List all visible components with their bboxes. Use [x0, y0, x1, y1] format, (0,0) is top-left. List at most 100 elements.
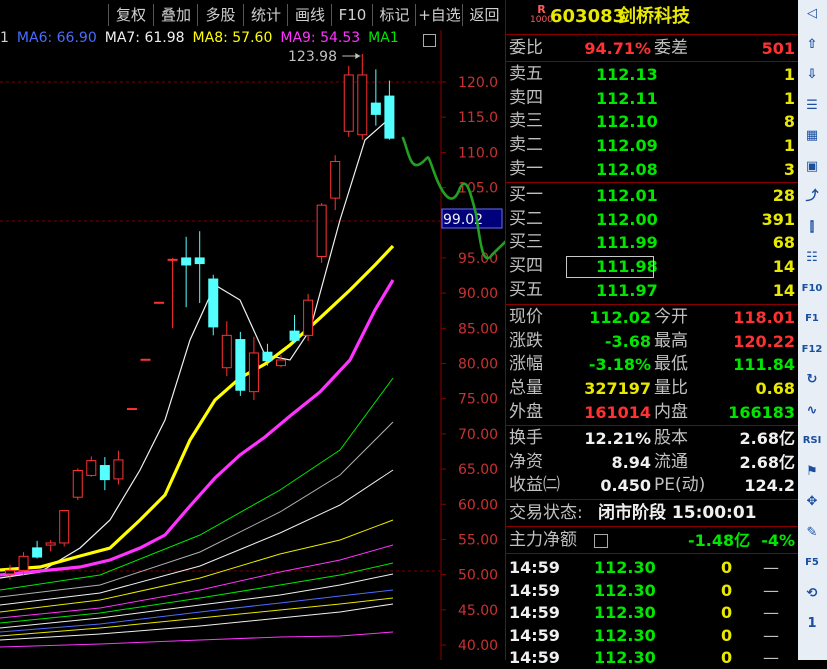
stat-row-0: 现价 112.02 今开 118.01: [509, 307, 795, 327]
sell-row-2[interactable]: 卖三 112.10 8: [506, 110, 799, 133]
main-flow-value: -1.48亿: [688, 531, 751, 550]
ma-line-9: [0, 573, 394, 629]
main-flow-icon[interactable]: [594, 534, 608, 548]
ma-legend-item-3: MA8: 57.60: [192, 30, 273, 46]
sell-volume: 8: [783, 112, 795, 132]
candle: [343, 65, 354, 137]
y-axis-label: 120.0: [458, 75, 498, 91]
stock-code: 603083: [550, 6, 626, 27]
candle: [194, 231, 205, 303]
f12-icon[interactable]: F12: [801, 340, 823, 360]
pencil-icon[interactable]: ✎: [801, 523, 823, 543]
arrow-down-icon[interactable]: ⇩: [801, 65, 823, 85]
candle: [221, 321, 232, 377]
sell-volume: 1: [783, 88, 795, 108]
candle: [113, 450, 124, 485]
sell-price: 112.09: [596, 136, 658, 156]
toolbar-button-2[interactable]: 多股: [197, 4, 243, 26]
y-axis-label: 55.00: [458, 532, 498, 548]
stock-name: 剑桥科技: [618, 6, 690, 27]
candle: [86, 456, 97, 477]
stat-row-1: 涨跌 -3.68 最高 120.22: [509, 330, 795, 351]
f1-icon[interactable]: F1: [801, 309, 823, 329]
selected-price-box: [566, 256, 654, 279]
flag-icon[interactable]: ⚑: [801, 462, 823, 482]
stat-row-3: 总量 327197 量比 0.68: [509, 378, 795, 399]
candle: [262, 343, 273, 366]
buy-row-0[interactable]: 买一 112.01 28: [506, 184, 799, 207]
kline-chart-area[interactable]: 120.0115.0110.0105.0100.095.0090.0085.00…: [0, 0, 505, 660]
candle: [384, 80, 395, 140]
buy-row-1[interactable]: 买二 112.00 391: [506, 208, 799, 231]
candle: [32, 540, 43, 559]
ma-legend-item-0: 1: [0, 30, 9, 46]
rsi-icon[interactable]: RSI: [801, 431, 823, 451]
weicha-value: 501: [761, 39, 795, 58]
toolbar-button-7[interactable]: +自选: [415, 4, 463, 26]
bars-icon[interactable]: ▦: [801, 126, 823, 146]
buy-row-2[interactable]: 买三 111.99 68: [506, 231, 799, 254]
buy-volume: 14: [772, 257, 795, 277]
sell-row-4[interactable]: 卖一 112.08 3: [506, 158, 799, 181]
line-chart-icon[interactable]: ⤴: [801, 187, 823, 207]
buy-volume: 391: [761, 209, 795, 229]
stat-row-2: 涨幅 -3.18% 最低 111.84: [509, 354, 795, 375]
max-price-label: 123.98: [288, 49, 337, 65]
ma-line-13: [0, 631, 394, 648]
y-axis-label: 65.00: [458, 462, 498, 478]
grid-icon[interactable]: ▣: [801, 157, 823, 177]
wave-icon[interactable]: ∿: [801, 401, 823, 421]
candle: [140, 358, 151, 361]
fund-row-1: 净资 8.94 流通 2.68亿: [509, 451, 795, 472]
sell-price: 112.11: [596, 88, 658, 108]
tick-row: 14:59 112.30 0—: [509, 580, 779, 600]
y-axis-label: 70.00: [458, 427, 498, 443]
toolbar-button-1[interactable]: 叠加: [153, 4, 198, 26]
toolbar-button-6[interactable]: 标记: [372, 4, 416, 26]
arrow-left-icon[interactable]: ◁: [801, 4, 823, 24]
toolbar-button-4[interactable]: 画线: [287, 4, 332, 26]
ma-legend-item-2: MA7: 61.98: [104, 30, 185, 46]
tick-row: 14:59 112.30 0—: [509, 558, 779, 577]
candle: [357, 53, 368, 140]
legend-toggle-icon[interactable]: [423, 34, 436, 47]
buy-price: 111.99: [596, 233, 658, 253]
y-axis-label: 85.00: [458, 321, 498, 337]
candle: [248, 336, 259, 401]
main-flow-row[interactable]: 主力净额 -1.48亿 -4%: [506, 529, 799, 552]
doc-icon[interactable]: ☷: [801, 248, 823, 268]
sell-volume: 3: [783, 159, 795, 179]
candle: [303, 293, 314, 341]
toolbar-button-0[interactable]: 复权: [108, 4, 153, 26]
sell-row-3[interactable]: 卖二 112.09 1: [506, 134, 799, 157]
list-icon[interactable]: ☰: [801, 96, 823, 116]
cycle-icon[interactable]: ⟲: [801, 584, 823, 604]
candle: [154, 301, 165, 304]
toolbar-button-5[interactable]: F10: [331, 4, 373, 26]
ma-legend: 1 MA6: 66.90 MA7: 61.98 MA8: 57.60 MA9: 54.5…: [0, 30, 420, 50]
buy-row-3[interactable]: 买四 111.98 14: [506, 255, 799, 279]
candle-icon[interactable]: ⫿: [801, 218, 823, 238]
sell-row-0[interactable]: 卖五 112.13 1: [506, 63, 799, 86]
ma-line-5: [0, 469, 394, 606]
y-axis-label: 80.00: [458, 357, 498, 373]
ma-line-4: [0, 421, 394, 598]
weibi-row: 委比 94.71% 委差 501: [509, 38, 795, 58]
y-axis-label: 60.00: [458, 497, 498, 513]
f5-icon[interactable]: F5: [801, 553, 823, 573]
kline-chart[interactable]: 120.0115.0110.0105.0100.095.0090.0085.00…: [0, 0, 505, 660]
one-icon[interactable]: 1: [801, 614, 823, 634]
refresh-icon[interactable]: ↻: [801, 370, 823, 390]
sell-row-1[interactable]: 卖四 112.11 1: [506, 87, 799, 110]
buy-row-4[interactable]: 买五 111.97 14: [506, 279, 799, 302]
toolbar-button-3[interactable]: 统计: [243, 4, 288, 26]
sell-volume: 1: [783, 65, 795, 84]
f10-icon[interactable]: F10: [801, 279, 823, 299]
stat-row-4: 外盘 161014 内盘 166183: [509, 401, 795, 422]
toolbar-button-8[interactable]: 返回: [462, 4, 506, 26]
sell-price: 112.10: [596, 112, 658, 132]
candle: [59, 509, 70, 547]
arrow-up-icon[interactable]: ⇧: [801, 35, 823, 55]
y-axis-label: 50.00: [458, 568, 498, 584]
move-icon[interactable]: ✥: [801, 492, 823, 512]
